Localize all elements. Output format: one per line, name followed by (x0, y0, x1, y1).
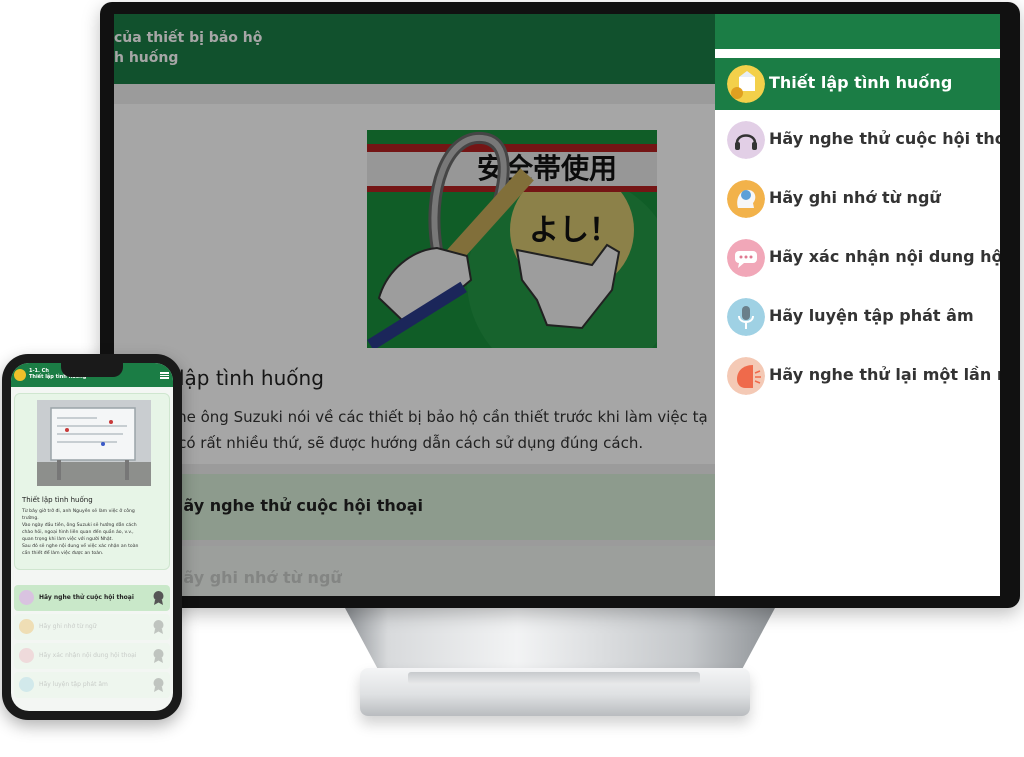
phone-step-confirm[interactable]: Hãy xác nhận nội dung hội thoại (14, 643, 170, 669)
phone-card-line: Từ bây giờ trở đi, anh Nguyên sẽ làm việ… (22, 509, 135, 514)
headphones-icon (19, 590, 34, 605)
badge-icon (152, 648, 165, 663)
headphones-icon (727, 121, 765, 159)
chat-bubble-icon (727, 239, 765, 277)
phone-card-line: quan trọng khi làm việc với người Nhật. (22, 537, 113, 542)
scenario-icon (727, 65, 765, 103)
app-logo-icon (14, 369, 26, 381)
menu-item-listen-again-label: Hãy nghe thử lại một lần nữa (769, 365, 1000, 384)
badge-icon (152, 619, 165, 634)
memory-icon (727, 180, 765, 218)
phone-step-confirm-label: Hãy xác nhận nội dung hội thoại (39, 652, 137, 659)
phone-card-line: chào hỏi, ngoại hình liên quan đến quần … (22, 530, 134, 535)
microphone-icon (19, 677, 34, 692)
menu-item-pronunciation-label: Hãy luyện tập phát âm (769, 306, 974, 325)
badge-icon (152, 677, 165, 692)
menu-item-confirm-content[interactable]: Hãy xác nhận nội dung hội th (715, 232, 1000, 284)
side-menu-header (715, 14, 1000, 50)
phone-card-line: trường. (22, 516, 39, 521)
hamburger-menu-icon[interactable] (160, 372, 169, 379)
phone-notch (61, 363, 123, 377)
phone-card-line: Sau đó sẽ nghe nội dung về việc xác nhận… (22, 544, 139, 549)
chat-bubble-icon (19, 648, 34, 663)
phone-step-pronunciation-label: Hãy luyện tập phát âm (39, 681, 108, 688)
phone-step-listen[interactable]: Hãy nghe thử cuộc hội thoại (14, 585, 170, 611)
phone-scenario-card: Thiết lập tình huống Từ bây giờ trở đi, … (14, 393, 170, 570)
menu-item-listen-label: Hãy nghe thử cuộc hội thoại (769, 129, 1000, 148)
phone-card-line: cần thiết để làm việc được an toàn. (22, 551, 104, 556)
device-mockup: của thiết bị bảo hộ h huống 安全帯使用 よし！ Th… (0, 0, 1024, 757)
side-menu: Thiết lập tình huống Hãy nghe thử cuộc h… (715, 14, 1000, 596)
phone-card-description: Từ bây giờ trở đi, anh Nguyên sẽ làm việ… (22, 508, 172, 557)
phone-screen: 1-1. Ch Thiết lập tình huống Thiết lập t… (11, 363, 173, 711)
menu-item-confirm-content-label: Hãy xác nhận nội dung hội th (769, 247, 1000, 266)
lesson-page: của thiết bị bảo hộ h huống 安全帯使用 よし！ Th… (114, 14, 715, 596)
monitor-screen: của thiết bị bảo hộ h huống 安全帯使用 よし！ Th… (114, 14, 1000, 596)
memory-icon (19, 619, 34, 634)
phone-card-line: Vào ngày đầu tiên, ông Suzuki sẽ hướng d… (22, 523, 137, 528)
badge-icon (152, 590, 165, 605)
phone-step-pronunciation[interactable]: Hãy luyện tập phát âm (14, 672, 170, 698)
microphone-icon (727, 298, 765, 336)
phone-card-title: Thiết lập tình huống (22, 496, 93, 504)
menu-item-scenario[interactable]: Thiết lập tình huống (715, 58, 1000, 110)
whiteboard-photo (37, 400, 151, 486)
menu-overlay-backdrop[interactable] (114, 14, 715, 596)
menu-item-pronunciation[interactable]: Hãy luyện tập phát âm (715, 291, 1000, 343)
menu-item-vocabulary[interactable]: Hãy ghi nhớ từ ngữ (715, 173, 1000, 225)
menu-item-listen[interactable]: Hãy nghe thử cuộc hội thoại (715, 114, 1000, 166)
phone-frame: 1-1. Ch Thiết lập tình huống Thiết lập t… (2, 354, 182, 720)
menu-item-listen-again[interactable]: Hãy nghe thử lại một lần nữa (715, 350, 1000, 402)
phone-step-vocabulary-label: Hãy ghi nhớ từ ngữ (39, 623, 97, 630)
monitor-stand-slot (408, 672, 700, 684)
menu-item-vocabulary-label: Hãy ghi nhớ từ ngữ (769, 188, 941, 207)
phone-step-listen-label: Hãy nghe thử cuộc hội thoại (39, 594, 134, 601)
phone-step-vocabulary[interactable]: Hãy ghi nhớ từ ngữ (14, 614, 170, 640)
listen-again-icon (727, 357, 765, 395)
menu-item-scenario-label: Thiết lập tình huống (769, 73, 953, 92)
